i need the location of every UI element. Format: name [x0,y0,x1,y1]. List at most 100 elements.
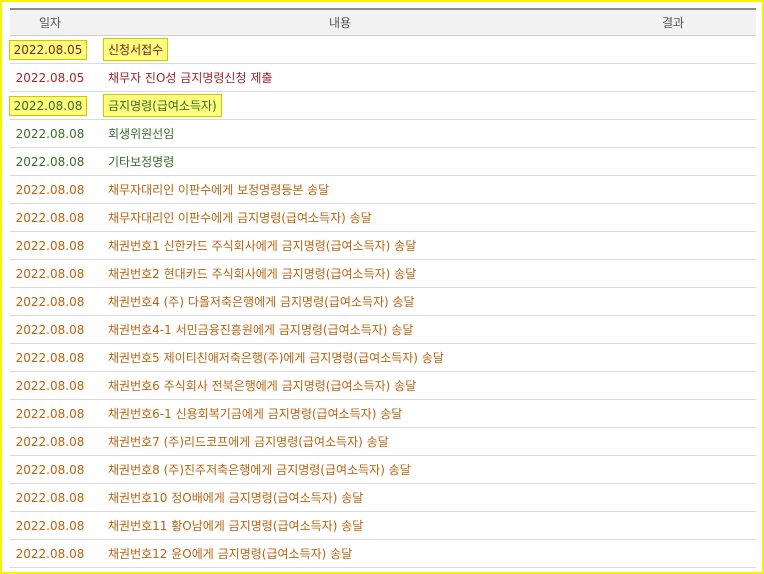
row-result [590,428,756,456]
table-body: 2022.08.05 신청서접수 2022.08.05 채무자 진O성 금지명령신청 … [8,36,756,568]
row-date: 2022.08.08 [10,148,90,176]
row-date-text: 2022.08.08 [15,378,85,393]
table-row: 2022.08.08 채권번호4-1 서민금융진흥원에게 금지명령(급여소득자) … [10,316,756,344]
page-frame: 일자 내용 결과 2022.08.05 신청서접수 2022.08.05 채무자 진O… [0,0,764,574]
row-result [590,400,756,428]
row-date: 2022.08.08 [10,260,90,288]
row-date: 2022.08.08 [10,372,90,400]
row-date-text: 2022.08.08 [15,490,85,505]
row-date-text: 2022.08.08 [15,350,85,365]
table-row: 2022.08.08 금지명령(급여소득자) [8,92,756,120]
header-result: 결과 [661,16,685,30]
row-date: 2022.08.08 [10,512,90,540]
table-row: 2022.08.05 신청서접수 [8,36,756,64]
row-date: 2022.08.08 [10,428,90,456]
row-result [590,36,756,64]
row-date: 2022.08.08 [10,204,90,232]
row-content-text: 채권번호4 (주) 다올저축은행에게 금지명령(급여소득자) 송달 [108,295,415,309]
row-date: 2022.08.08 [10,232,90,260]
row-result [590,64,756,92]
row-content: 채권번호11 황O남에게 금지명령(급여소득자) 송달 [90,512,590,540]
row-content: 채무자 진O성 금지명령신청 제출 [90,64,590,92]
row-content: 채권번호1 신한카드 주식회사에게 금지명령(급여소득자) 송달 [90,232,590,260]
row-content-text: 채권번호2 현대카드 주식회사에게 금지명령(급여소득자) 송달 [108,267,417,281]
table-row: 2022.08.08 채권번호2 현대카드 주식회사에게 금지명령(급여소득자) … [10,260,756,288]
row-date-text: 2022.08.08 [15,518,85,533]
table-row: 2022.08.08 채권번호4 (주) 다올저축은행에게 금지명령(급여소득자)… [10,288,756,316]
row-content-text: 회생위원선임 [108,127,175,141]
row-content-text: 채권번호8 (주)진주저축은행에게 금지명령(급여소득자) 송달 [108,463,411,477]
row-date-text: 2022.08.05 [15,70,85,85]
row-date-text: 2022.08.08 [8,95,88,116]
row-date-text: 2022.08.08 [15,266,85,281]
table-row: 2022.08.08 채권번호1 신한카드 주식회사에게 금지명령(급여소득자) … [10,232,756,260]
row-date-text: 2022.08.08 [15,294,85,309]
row-content-text: 채권번호4-1 서민금융진흥원에게 금지명령(급여소득자) 송달 [108,323,414,337]
row-date-text: 2022.08.08 [15,126,85,141]
row-date-text: 2022.08.08 [15,406,85,421]
row-date: 2022.08.08 [10,344,90,372]
row-date-text: 2022.08.08 [15,238,85,253]
header-date: 일자 [38,16,62,30]
row-result [590,260,756,288]
row-content: 채권번호8 (주)진주저축은행에게 금지명령(급여소득자) 송달 [90,456,590,484]
row-date-text: 2022.08.08 [15,434,85,449]
row-date: 2022.08.05 [8,36,90,64]
row-date: 2022.08.08 [10,484,90,512]
table-row: 2022.08.08 회생위원선임 [10,120,756,148]
row-result [590,232,756,260]
table-row: 2022.08.08 채권번호5 제이티친애저축은행(주)에게 금지명령(급여소득… [10,344,756,372]
row-content-text: 채권번호7 (주)리드코프에게 금지명령(급여소득자) 송달 [108,435,389,449]
header-content: 내용 [328,16,352,30]
row-content: 채권번호4 (주) 다올저축은행에게 금지명령(급여소득자) 송달 [90,288,590,316]
row-content-text: 채권번호12 윤O에게 금지명령(급여소득자) 송달 [108,547,353,561]
row-result [590,204,756,232]
row-content-text: 채무자 진O성 금지명령신청 제출 [108,71,273,85]
table-row: 2022.08.08 채권번호6-1 신용회복기금에게 금지명령(급여소득자) 송… [10,400,756,428]
table-row: 2022.08.08 채권번호11 황O남에게 금지명령(급여소득자) 송달 [10,512,756,540]
row-date-text: 2022.08.08 [15,154,85,169]
row-date-text: 2022.08.05 [8,39,88,60]
row-result [590,372,756,400]
row-content: 회생위원선임 [90,120,590,148]
row-date-text: 2022.08.08 [15,462,85,477]
row-content: 채무자대리인 이판수에게 금지명령(급여소득자) 송달 [90,204,590,232]
row-content-text: 채권번호11 황O남에게 금지명령(급여소득자) 송달 [108,519,364,533]
table-row: 2022.08.08 채권번호10 정O배에게 금지명령(급여소득자) 송달 [10,484,756,512]
row-date: 2022.08.08 [10,120,90,148]
row-content-text: 채무자대리인 이판수에게 보정명령등본 송달 [108,183,330,197]
row-result [590,120,756,148]
table-row: 2022.08.08 채권번호6 주식회사 전북은행에게 금지명령(급여소득자) … [10,372,756,400]
row-content: 채권번호4-1 서민금융진흥원에게 금지명령(급여소득자) 송달 [90,316,590,344]
row-result [590,288,756,316]
table-row: 2022.08.05 채무자 진O성 금지명령신청 제출 [10,64,756,92]
header-row: 일자 내용 결과 [10,9,756,36]
row-content-text: 기타보정명령 [108,155,175,169]
row-content: 기타보정명령 [90,148,590,176]
row-date: 2022.08.08 [10,288,90,316]
row-date: 2022.08.08 [8,92,90,120]
row-content-text: 채권번호5 제이티친애저축은행(주)에게 금지명령(급여소득자) 송달 [108,351,444,365]
row-result [590,484,756,512]
row-content: 채권번호5 제이티친애저축은행(주)에게 금지명령(급여소득자) 송달 [90,344,590,372]
row-result [590,176,756,204]
table-row: 2022.08.08 채권번호12 윤O에게 금지명령(급여소득자) 송달 [10,540,756,568]
row-content: 채권번호12 윤O에게 금지명령(급여소득자) 송달 [90,540,590,568]
row-result [590,344,756,372]
row-result [590,316,756,344]
row-content: 채권번호6 주식회사 전북은행에게 금지명령(급여소득자) 송달 [90,372,590,400]
row-result [590,456,756,484]
row-content-text: 채권번호6 주식회사 전북은행에게 금지명령(급여소득자) 송달 [108,379,417,393]
row-content: 금지명령(급여소득자) [90,92,590,120]
row-content-text: 채권번호10 정O배에게 금지명령(급여소득자) 송달 [108,491,364,505]
row-content: 채권번호7 (주)리드코프에게 금지명령(급여소득자) 송달 [90,428,590,456]
table-header: 일자 내용 결과 [10,9,756,36]
table-row: 2022.08.08 채무자대리인 이판수에게 금지명령(급여소득자) 송달 [10,204,756,232]
row-date-text: 2022.08.08 [15,182,85,197]
table-row: 2022.08.08 채권번호7 (주)리드코프에게 금지명령(급여소득자) 송달 [10,428,756,456]
row-content-text: 채권번호1 신한카드 주식회사에게 금지명령(급여소득자) 송달 [108,239,417,253]
table-row: 2022.08.08 기타보정명령 [10,148,756,176]
row-content: 채권번호2 현대카드 주식회사에게 금지명령(급여소득자) 송달 [90,260,590,288]
row-date: 2022.08.08 [10,176,90,204]
row-content: 채권번호10 정O배에게 금지명령(급여소득자) 송달 [90,484,590,512]
